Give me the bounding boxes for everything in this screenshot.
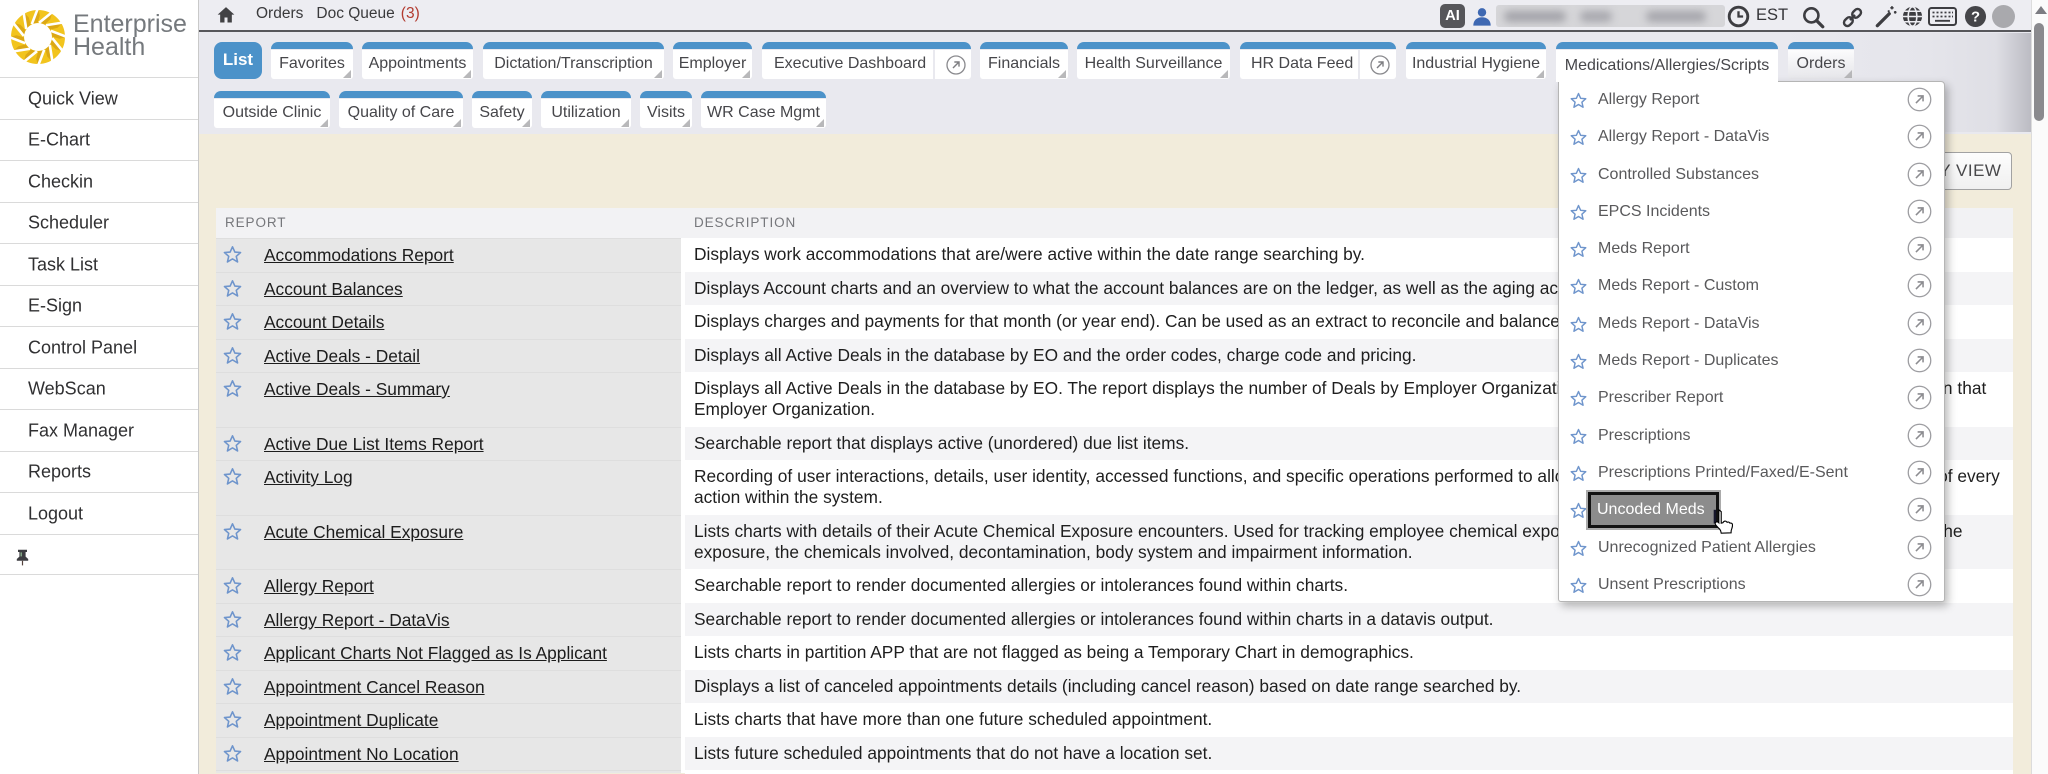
svg-text:?: ? — [1971, 9, 1980, 25]
